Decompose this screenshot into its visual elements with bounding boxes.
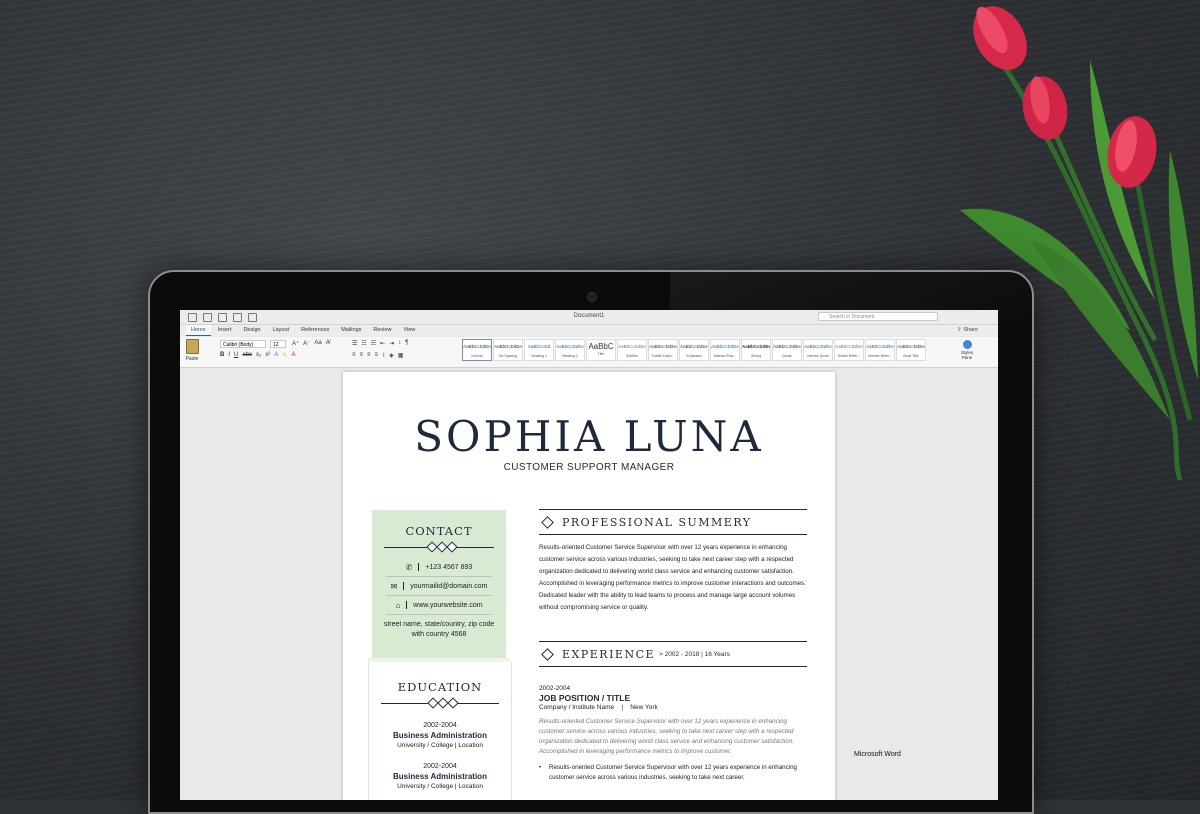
underline-icon[interactable]: U (234, 352, 238, 359)
phone-icon: ✆ (405, 562, 413, 572)
superscript-icon[interactable]: x² (265, 352, 270, 359)
style-intense-quote[interactable]: AaBbCcDdEe Intense Quote (803, 339, 833, 361)
style-no-spacing[interactable]: AaBbCcDdEe No Spacing (493, 339, 523, 361)
grow-font-icon[interactable]: A⁺ (292, 340, 299, 347)
word-window: Document1 Search in Document Home Insert… (180, 310, 998, 800)
align-right-icon[interactable]: ≡ (367, 352, 371, 359)
style-title[interactable]: AaBbC Title (586, 339, 616, 361)
ribbon-home: Paste Calibri (Body) 12 A⁺ A⁻ Aa A̸ B I … (180, 337, 998, 368)
italic-icon[interactable]: I (228, 352, 230, 359)
decrease-indent-icon[interactable]: ⇤ (380, 340, 385, 347)
document-page[interactable]: SOPHIA LUNA CUSTOMER SUPPORT MANAGER CON… (343, 372, 835, 800)
styles-pane-icon (962, 340, 972, 349)
education-heading: EDUCATION (397, 680, 483, 694)
ribbon-tabs: Home Insert Design Layout References Mai… (180, 325, 998, 336)
font-color-icon[interactable]: A (291, 352, 295, 359)
clipboard-icon (185, 339, 199, 354)
borders-icon[interactable]: ▦ (398, 352, 404, 359)
style-book-title[interactable]: AaBbCcDdEe Book Title (896, 339, 926, 361)
contact-heading: CONTACT (405, 524, 473, 538)
sort-icon[interactable]: ↕ (398, 340, 401, 347)
text-effects-icon[interactable]: A (274, 352, 278, 359)
multilevel-icon[interactable]: ☵ (371, 340, 376, 347)
summary-heading: PROFESSIONAL SUMMERY (562, 515, 752, 529)
bullets-icon[interactable]: ☰ (352, 340, 357, 347)
title-bar: Document1 Search in Document (180, 310, 998, 325)
education-item: 2002-2004 Business Administration Univer… (393, 722, 487, 749)
experience-heading: EXPERIENCE (562, 647, 656, 661)
justify-icon[interactable]: ≡ (375, 352, 379, 359)
font-size-select[interactable]: 12 (270, 340, 286, 348)
summary-section: PROFESSIONAL SUMMERY Results-oriented Cu… (539, 509, 807, 614)
tab-layout[interactable]: Layout (268, 325, 295, 336)
education-section: EDUCATION 2002-2004 Business Administrat… (368, 662, 512, 800)
tab-design[interactable]: Design (238, 325, 265, 336)
experience-bullet: Results-oriented Customer Service Superv… (539, 763, 807, 783)
laptop: Document1 Search in Document Home Insert… (148, 270, 1070, 814)
tab-mailings[interactable]: Mailings (336, 325, 366, 336)
line-spacing-icon[interactable]: ↨ (382, 352, 385, 359)
diamond-icon (541, 647, 554, 661)
align-left-icon[interactable]: ≡ (352, 352, 356, 359)
contact-section: CONTACT ✆ +123 4567 893 ✉ yourmailid@dom… (372, 510, 506, 660)
clear-format-icon[interactable]: A̸ (326, 340, 330, 347)
numbering-icon[interactable]: ☷ (361, 340, 366, 347)
bold-icon[interactable]: B (220, 352, 224, 359)
style-intense-emphasis[interactable]: AaBbCcDdEe Intense Emp... (710, 339, 740, 361)
subscript-icon[interactable]: x₂ (256, 352, 261, 359)
tab-view[interactable]: View (398, 325, 420, 336)
tab-insert[interactable]: Insert (213, 325, 237, 336)
mail-icon: ✉ (390, 581, 398, 591)
shrink-font-icon[interactable]: A⁻ (303, 340, 310, 347)
paste-button[interactable]: Paste (184, 339, 200, 362)
search-input[interactable]: Search in Document (818, 312, 938, 321)
tab-references[interactable]: References (296, 325, 334, 336)
style-subtitle[interactable]: AaBbCcDdEe Subtitle (617, 339, 647, 361)
dock-tooltip: Microsoft Word (848, 748, 907, 761)
tab-review[interactable]: Review (368, 325, 396, 336)
styles-gallery: AaBbCcDdEe Normal AaBbCcDdEe No Spacing Aa… (462, 339, 926, 361)
contact-divider (384, 541, 494, 553)
experience-section: EXPERIENCE > 2002 - 2018 | 16 Years 2002… (539, 641, 807, 783)
style-subtle-emphasis[interactable]: AaBbCcDdEe Subtle Emph... (648, 339, 678, 361)
highlight-icon[interactable]: ✎ (282, 352, 287, 359)
experience-position: JOB POSITION / TITLE (539, 693, 631, 703)
experience-description: Results-oriented Customer Service Superv… (539, 718, 794, 755)
style-intense-reference[interactable]: AaBbCcDdEe Intense Refer... (865, 339, 895, 361)
contact-address: street name, state/country, zip code wit… (383, 621, 495, 638)
education-divider (381, 697, 499, 709)
experience-years: 2002-2004 (539, 685, 571, 692)
tab-home[interactable]: Home (186, 325, 211, 336)
style-heading-2[interactable]: AaBbCcDdEe Heading 2 (555, 339, 585, 361)
style-emphasis[interactable]: AaBbCcDdEe Emphasis (679, 339, 709, 361)
education-item: 2002-2004 Business Administration Univer… (393, 763, 487, 790)
pilcrow-icon[interactable]: ¶ (405, 340, 408, 347)
align-center-icon[interactable]: ≡ (360, 352, 364, 359)
resume-job-title: CUSTOMER SUPPORT MANAGER (503, 462, 675, 473)
style-quote[interactable]: AaBbCcDdEe Quote (772, 339, 802, 361)
contact-website: ⌂ www.yourwebsite.com (386, 596, 492, 615)
strikethrough-icon[interactable]: abc (242, 352, 252, 359)
share-button[interactable]: ⇪ Share (957, 327, 978, 333)
experience-company: Company / Institute Name | New York (539, 704, 658, 711)
style-normal[interactable]: AaBbCcDdEe Normal (462, 339, 492, 361)
style-heading-1[interactable]: AaBbCcDd Heading 1 (524, 339, 554, 361)
style-strong[interactable]: AaBbCcDdEe Strong (741, 339, 771, 361)
home-icon: ⌂ (395, 600, 401, 610)
style-subtle-reference[interactable]: AaBbCcDdEe Subtle Refer... (834, 339, 864, 361)
summary-text: Results-oriented Customer Service Superv… (539, 544, 806, 611)
contact-email: ✉ yourmailid@domain.com (386, 577, 492, 596)
shading-icon[interactable]: ◈ (389, 352, 394, 359)
change-case-icon[interactable]: Aa (314, 340, 321, 347)
font-family-select[interactable]: Calibri (Body) (220, 340, 266, 348)
camera (587, 292, 597, 302)
diamond-icon (541, 515, 554, 529)
styles-pane-button[interactable]: Styles Pane (958, 340, 976, 360)
increase-indent-icon[interactable]: ⇥ (389, 340, 394, 347)
experience-range: > 2002 - 2018 | 16 Years (659, 650, 730, 658)
contact-phone: ✆ +123 4567 893 (386, 558, 492, 577)
resume-name: SOPHIA LUNA (414, 412, 764, 461)
